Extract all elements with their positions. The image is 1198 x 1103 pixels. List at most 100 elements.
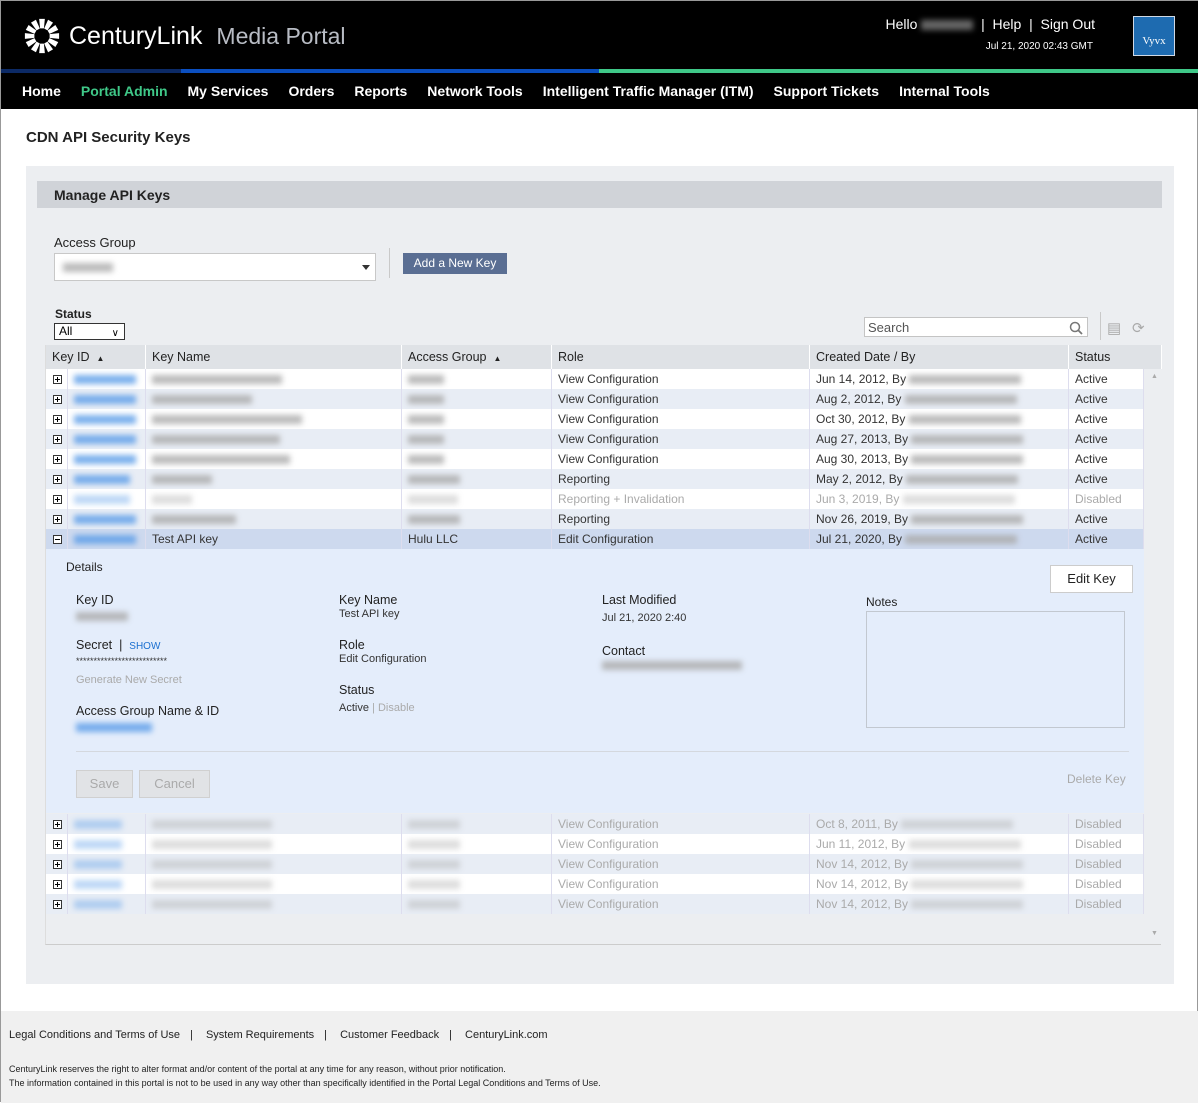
- nav-home[interactable]: Home: [22, 83, 61, 99]
- key-id-cell[interactable]: [68, 429, 146, 449]
- key-id-link[interactable]: [74, 515, 136, 525]
- table-row[interactable]: View Configuration Oct 30, 2012, By Activ…: [46, 409, 1144, 429]
- table-row[interactable]: Reporting Nov 26, 2019, By Active: [46, 509, 1144, 529]
- table-row[interactable]: Test API key Hulu LLC Edit Configuration Ju…: [46, 529, 1144, 549]
- table-row[interactable]: View Configuration Oct 8, 2011, By Disabl…: [46, 814, 1144, 834]
- expand-cell[interactable]: [46, 469, 68, 489]
- key-id-link[interactable]: [74, 415, 136, 425]
- key-id-cell[interactable]: [68, 834, 146, 854]
- key-id-cell[interactable]: [68, 814, 146, 834]
- access-group-id-link[interactable]: [76, 722, 152, 732]
- nav-network-tools[interactable]: Network Tools: [427, 83, 522, 99]
- expand-icon[interactable]: [53, 435, 62, 445]
- help-link[interactable]: Help: [993, 16, 1022, 32]
- key-id-link[interactable]: [74, 880, 122, 890]
- scroll-up-arrow[interactable]: ▲: [1151, 373, 1158, 380]
- table-row[interactable]: View Configuration Nov 14, 2012, By Disab…: [46, 854, 1144, 874]
- key-id-link[interactable]: [74, 395, 136, 405]
- key-id-cell[interactable]: [68, 894, 146, 914]
- table-row[interactable]: View Configuration Aug 27, 2013, By Activ…: [46, 429, 1144, 449]
- nav-orders[interactable]: Orders: [288, 83, 334, 99]
- key-id-cell[interactable]: [68, 529, 146, 549]
- nav-reports[interactable]: Reports: [354, 83, 407, 99]
- key-id-link[interactable]: [74, 435, 136, 445]
- expand-cell[interactable]: [46, 834, 68, 854]
- table-row[interactable]: Reporting May 2, 2012, By Active: [46, 469, 1144, 489]
- key-id-cell[interactable]: [68, 389, 146, 409]
- expand-icon[interactable]: [53, 900, 62, 910]
- expand-icon[interactable]: [53, 840, 62, 850]
- col-role[interactable]: Role: [552, 345, 810, 369]
- key-id-link[interactable]: [74, 820, 122, 830]
- table-row[interactable]: View Configuration Jun 14, 2012, By Activ…: [46, 369, 1144, 389]
- footer-link-legal[interactable]: Legal Conditions and Terms of Use: [9, 1029, 180, 1041]
- access-group-select[interactable]: [54, 253, 376, 281]
- key-id-link[interactable]: [74, 535, 136, 545]
- key-id-cell[interactable]: [68, 509, 146, 529]
- key-id-link[interactable]: [74, 495, 130, 505]
- expand-cell[interactable]: [46, 489, 68, 509]
- expand-icon[interactable]: [53, 880, 62, 890]
- expand-cell[interactable]: [46, 449, 68, 469]
- key-id-link[interactable]: [74, 840, 122, 850]
- key-id-cell[interactable]: [68, 409, 146, 429]
- key-id-cell[interactable]: [68, 854, 146, 874]
- table-row[interactable]: View Configuration Nov 14, 2012, By Disab…: [46, 874, 1144, 894]
- col-created[interactable]: Created Date / By: [810, 345, 1069, 369]
- expand-cell[interactable]: [46, 409, 68, 429]
- key-id-link[interactable]: [74, 455, 136, 465]
- footer-link-centurylink[interactable]: CenturyLink.com: [465, 1029, 548, 1041]
- save-button[interactable]: Save: [76, 770, 133, 798]
- key-id-link[interactable]: [74, 375, 136, 385]
- nav-itm[interactable]: Intelligent Traffic Manager (ITM): [543, 83, 754, 99]
- expand-cell[interactable]: [46, 389, 68, 409]
- expand-icon[interactable]: [53, 820, 62, 830]
- key-id-link[interactable]: [74, 860, 122, 870]
- nav-support-tickets[interactable]: Support Tickets: [774, 83, 880, 99]
- search-input[interactable]: Search: [864, 317, 1088, 337]
- expand-icon[interactable]: [53, 495, 62, 505]
- scroll-down-arrow[interactable]: ▼: [1151, 930, 1158, 937]
- key-id-cell[interactable]: [68, 874, 146, 894]
- table-row[interactable]: View Configuration Aug 2, 2012, By Active: [46, 389, 1144, 409]
- status-select[interactable]: All ∨: [54, 323, 125, 340]
- nav-internal-tools[interactable]: Internal Tools: [899, 83, 990, 99]
- key-id-cell[interactable]: [68, 469, 146, 489]
- expand-icon[interactable]: [53, 415, 62, 425]
- footer-link-feedback[interactable]: Customer Feedback: [340, 1029, 439, 1041]
- col-key-name[interactable]: Key Name: [146, 345, 402, 369]
- disable-link[interactable]: Disable: [378, 702, 415, 714]
- export-icon[interactable]: ▤: [1107, 319, 1121, 337]
- generate-secret-link[interactable]: Generate New Secret: [76, 674, 182, 686]
- nav-my-services[interactable]: My Services: [188, 83, 269, 99]
- table-row[interactable]: View Configuration Aug 30, 2013, By Activ…: [46, 449, 1144, 469]
- refresh-icon[interactable]: ⟳: [1132, 319, 1145, 337]
- delete-key-link[interactable]: Delete Key: [1067, 772, 1126, 786]
- col-key-id[interactable]: Key ID ▲: [46, 345, 146, 369]
- expand-cell[interactable]: [46, 429, 68, 449]
- cancel-button[interactable]: Cancel: [139, 770, 210, 798]
- table-row[interactable]: View Configuration Nov 14, 2012, By Disab…: [46, 894, 1144, 914]
- expand-cell[interactable]: [46, 369, 68, 389]
- show-secret-link[interactable]: SHOW: [129, 641, 160, 652]
- expand-icon[interactable]: [53, 455, 62, 465]
- nav-portal-admin[interactable]: Portal Admin: [81, 83, 168, 99]
- expand-cell[interactable]: [46, 874, 68, 894]
- expand-icon[interactable]: [53, 860, 62, 870]
- key-id-link[interactable]: [74, 475, 130, 485]
- table-row[interactable]: View Configuration Jun 11, 2012, By Disab…: [46, 834, 1144, 854]
- expand-icon[interactable]: [53, 515, 62, 525]
- col-status[interactable]: Status: [1069, 345, 1162, 369]
- edit-key-button[interactable]: Edit Key: [1050, 565, 1133, 593]
- expand-cell[interactable]: [46, 509, 68, 529]
- add-new-key-button[interactable]: Add a New Key: [403, 253, 507, 274]
- key-id-cell[interactable]: [68, 369, 146, 389]
- expand-icon[interactable]: [53, 395, 62, 405]
- expand-icon[interactable]: [53, 475, 62, 485]
- table-row[interactable]: Reporting + Invalidation Jun 3, 2019, By …: [46, 489, 1144, 509]
- footer-link-system[interactable]: System Requirements: [206, 1029, 314, 1041]
- expand-icon[interactable]: [53, 375, 62, 385]
- key-id-link[interactable]: [74, 900, 122, 910]
- collapse-icon[interactable]: [53, 535, 62, 545]
- expand-cell[interactable]: [46, 529, 68, 549]
